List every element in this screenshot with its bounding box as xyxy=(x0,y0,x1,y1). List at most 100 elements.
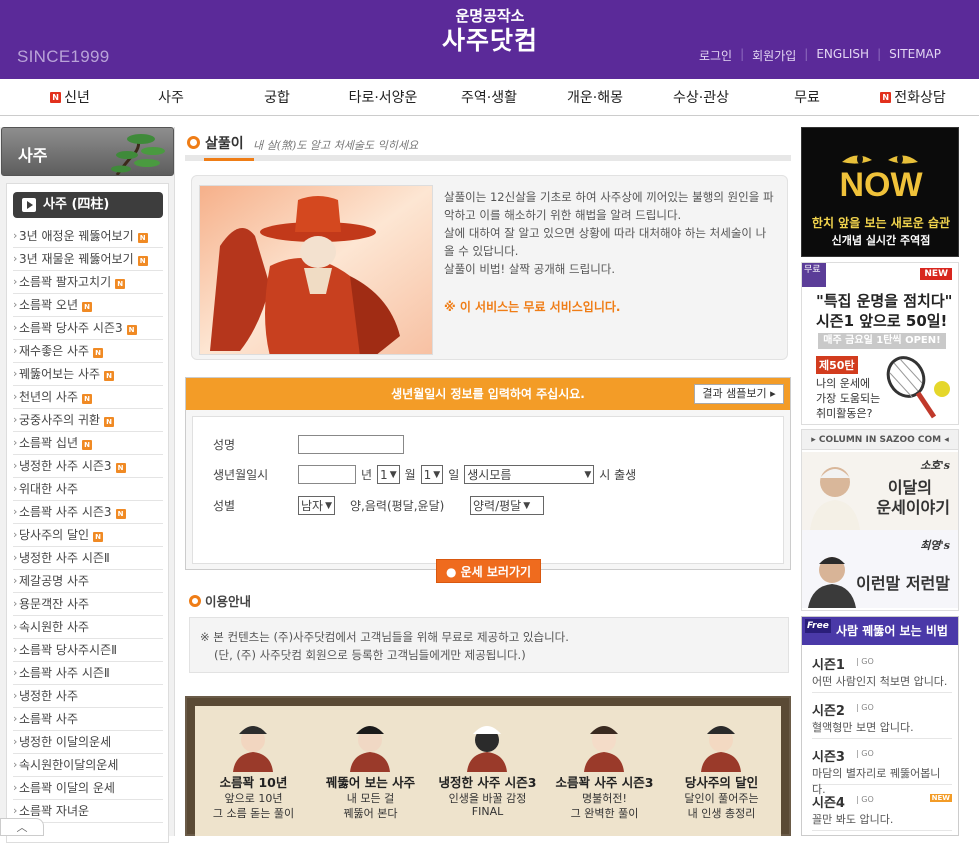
sidebar-menu-item[interactable]: 위대한 사주 xyxy=(13,478,163,501)
nav-item[interactable]: 무료 xyxy=(754,87,860,107)
day-select[interactable]: 1 ▼ xyxy=(420,465,444,484)
banner-title: 소름꽉 사주 시즌3 xyxy=(555,775,654,790)
english-link[interactable]: ENGLISH xyxy=(816,47,869,64)
logo-line2: 사주닷컴 xyxy=(441,26,538,55)
secret-method-header: Free 사람 꿰뚫어 보는 비법 xyxy=(802,617,958,645)
special-banner[interactable]: 무료 NEW "특집 운명을 점치다" 시즌1 앞으로 50일! 매주 금요일 … xyxy=(801,262,959,425)
sidebar-menu-item[interactable]: 소름꽉 사주 시즌3N xyxy=(13,501,163,524)
season-item[interactable]: 시즌2 | GO 혈액형만 보면 압니다. xyxy=(812,693,952,739)
go-link[interactable]: | GO xyxy=(856,795,874,804)
new-badge: N xyxy=(115,509,126,519)
season-desc: 어떤 사람인지 척보면 압니다. xyxy=(812,675,948,688)
sidebar-menu-label: 소름꽉 당사주 시즌3 xyxy=(19,321,123,335)
sidebar-menu-item[interactable]: 냉정한 사주 시즌Ⅱ xyxy=(13,547,163,570)
sidebar-box: 사주 (四柱) 3년 애정운 꿰뚫어보기N3년 재물운 꿰뚫어보기N소름꽉 팔자… xyxy=(6,183,169,843)
sidebar-menu-item[interactable]: 소름꽉 사주 시즌Ⅱ xyxy=(13,662,163,685)
column-choi[interactable]: 최영's 이런말 저런말 xyxy=(802,530,958,608)
sidebar-menu-item[interactable]: 속시원한 사주 xyxy=(13,616,163,639)
banner-desc: 내 인생 총정리 xyxy=(687,807,756,820)
banner-item[interactable]: 냉정한 사주 시즌3 인생을 바꿀 감정 FINAL xyxy=(429,706,546,836)
sidebar-menu-item[interactable]: 냉정한 사주 시즌3N xyxy=(13,455,163,478)
season-item[interactable]: 시즌3 | GO 마담의 별자리로 꿰뚫어봅니다. xyxy=(812,739,952,796)
nav-item[interactable]: 수상·관상 xyxy=(648,87,754,107)
hour-select[interactable]: 생시모름 ▼ xyxy=(464,465,595,484)
name-input[interactable] xyxy=(298,435,404,454)
now-subtitle: 신개념 실시간 주역점 xyxy=(831,234,931,247)
view-fortune-button[interactable]: ● 운세 보러가기 xyxy=(436,559,541,583)
now-banner[interactable]: NOW 한치 앞을 보는 새로운 습관 신개념 실시간 주역점 xyxy=(801,127,959,257)
sidebar-menu-item[interactable]: 소름꽉 당사주 시즌3N xyxy=(13,317,163,340)
name-row: 성명 xyxy=(213,435,404,454)
sidebar-menu-item[interactable]: 천년의 사주N xyxy=(13,386,163,409)
go-link[interactable]: | GO xyxy=(856,703,874,712)
sitemap-link[interactable]: SITEMAP xyxy=(889,47,941,64)
sidebar-menu-item[interactable]: 3년 애정운 꿰뚫어보기N xyxy=(13,225,163,248)
sidebar-menu-label: 냉정한 사주 시즌3 xyxy=(19,459,112,473)
sidebar-menu-item[interactable]: 재수좋은 사주N xyxy=(13,340,163,363)
nav-item[interactable]: N 신년 xyxy=(22,87,118,107)
nav-item[interactable]: 타로·서양운 xyxy=(330,87,436,107)
author-photo xyxy=(810,467,860,530)
site-logo[interactable]: 운명공작소 사주닷컴 xyxy=(420,6,560,56)
banner-item[interactable]: 소름꽉 10년 앞으로 10년 그 소름 돋는 풀이 xyxy=(195,706,312,836)
new-badge: N xyxy=(115,279,126,289)
new-badge: N xyxy=(137,256,148,266)
go-link[interactable]: | GO xyxy=(856,657,874,666)
left-sidebar: 사주 사주 (四柱) 3년 애정운 꿰뚫어보기N3년 재물운 꿰뚫어보기N소름꽉… xyxy=(0,127,175,843)
nav-item[interactable]: 주역·생활 xyxy=(436,87,542,107)
intro-line: 살풀이는 12신살을 기초로 하여 사주상에 끼어있는 불행의 원인을 파악하고… xyxy=(444,190,774,222)
sidebar-menu-item[interactable]: 소름꽉 당사주시즌Ⅱ xyxy=(13,639,163,662)
sidebar-category[interactable]: 사주 (四柱) xyxy=(13,192,163,218)
info-line: (단, (주) 사주닷컴 회원으로 등록한 고객님들에게만 제공됩니다.) xyxy=(214,648,526,662)
sidebar-menu-item[interactable]: 소름꽉 사주 xyxy=(13,708,163,731)
sample-result-button[interactable]: 결과 샘플보기 ▸ xyxy=(694,384,784,404)
nav-item[interactable]: 사주 xyxy=(118,87,224,107)
banner-item[interactable]: 꿰뚫어 보는 사주 내 모든 걸 꿰뚫어 본다 xyxy=(312,706,429,836)
banner-item[interactable]: 소름꽉 사주 시즌3 명불허전! 그 완벽한 풀이 xyxy=(546,706,663,836)
sidebar-menu-item[interactable]: 소름꽉 오년N xyxy=(13,294,163,317)
sidebar-menu-item[interactable]: 꿰뚫어보는 사주N xyxy=(13,363,163,386)
sidebar-menu-item[interactable]: 제갈공명 사주 xyxy=(13,570,163,593)
column-soho[interactable]: 소호's 이달의 운세이야기 xyxy=(802,452,958,530)
sidebar-menu-item[interactable]: 냉정한 이달의운세 xyxy=(13,731,163,754)
nav-item[interactable]: N 전화상담 xyxy=(860,87,966,107)
sidebar-menu-item[interactable]: 소름꽉 팔자고치기N xyxy=(13,271,163,294)
sidebar-menu-item[interactable]: 당사주의 달인N xyxy=(13,524,163,547)
sidebar-menu-item[interactable]: 용문객잔 사주 xyxy=(13,593,163,616)
banner-desc: 그 소름 돋는 풀이 xyxy=(212,807,295,820)
sidebar-menu-item[interactable]: 궁중사주의 귀환N xyxy=(13,409,163,432)
banner-title: 당사주의 달인 xyxy=(684,775,759,790)
sidebar-menu-item[interactable]: 소름꽉 이달의 운세 xyxy=(13,777,163,800)
sidebar-menu-label: 소름꽉 사주 시즌Ⅱ xyxy=(19,666,110,680)
nav-item[interactable]: 개운·해몽 xyxy=(542,87,648,107)
sidebar-menu-item[interactable]: 냉정한 사주 xyxy=(13,685,163,708)
now-tagline: 한치 앞을 보는 새로운 습관 xyxy=(811,216,951,230)
sidebar-menu-label: 소름꽉 십년 xyxy=(19,436,79,450)
banner-item[interactable]: 당사주의 달인 달인이 풀어주는 내 인생 총정리 xyxy=(663,706,780,836)
sidebar-menu-item[interactable]: 속시원한이달의운세 xyxy=(13,754,163,777)
info-title: 이용안내 xyxy=(189,591,251,610)
calendar-select[interactable]: 양력/평달 ▼ xyxy=(470,496,545,515)
nav-item-label: 궁합 xyxy=(264,90,290,106)
go-link[interactable]: | GO xyxy=(856,749,874,758)
sidebar-menu-item[interactable]: 3년 재물운 꿰뚫어보기N xyxy=(13,248,163,271)
nav-item[interactable]: 궁합 xyxy=(224,87,330,107)
nav-item-label: 주역·생활 xyxy=(461,90,517,106)
season-item[interactable]: 시즌1 | GO 어떤 사람인지 척보면 압니다. xyxy=(812,647,952,693)
sidebar-menu-item[interactable]: 소름꽉 십년N xyxy=(13,432,163,455)
month-select[interactable]: 1 ▼ xyxy=(377,465,400,484)
special-question: 나의 운세에 가장 도움되는 취미활동은? xyxy=(816,377,881,420)
circle-icon xyxy=(189,595,201,607)
year-input[interactable] xyxy=(298,465,356,484)
column-box: ▸ COLUMN IN SAZOO COM ◂ 소호's 이달의 운세이야기 최… xyxy=(801,429,959,611)
season-item[interactable]: 시즌4 | GO 꼴만 봐도 압니다. NEW xyxy=(812,785,952,831)
scroll-top-button[interactable]: ︿ xyxy=(0,818,44,836)
form-header: 생년월일시 정보를 입력하여 주십시요. 결과 샘플보기 ▸ xyxy=(186,378,790,410)
login-link[interactable]: 로그인 xyxy=(699,47,732,64)
signup-link[interactable]: 회원가입 xyxy=(752,47,796,64)
column-tag: 소호's xyxy=(920,459,950,472)
chevron-down-icon: ▼ xyxy=(523,500,531,511)
new-badge: N xyxy=(82,394,93,404)
nav-item-label: 수상·관상 xyxy=(673,90,729,106)
gender-select[interactable]: 남자 ▼ xyxy=(298,496,336,515)
